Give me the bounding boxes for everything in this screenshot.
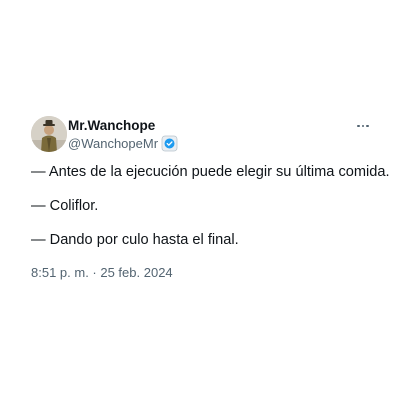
username-handle[interactable]: @WanchopeMr (68, 136, 158, 152)
tweet-line: — Coliflor. (31, 198, 99, 214)
tweet-line: — Dando por culo hasta el final. (31, 232, 239, 248)
dot (357, 124, 360, 128)
affiliate-badge-icon[interactable] (161, 135, 178, 152)
more-options-icon[interactable] (353, 120, 373, 132)
tweet-card: Mr.Wanchope @WanchopeMr — Antes de la ej… (31, 116, 390, 281)
author-names: Mr.Wanchope @WanchopeMr (68, 118, 178, 152)
tweet-timestamp[interactable]: 8:51 p. m. · 25 feb. 2024 (31, 265, 371, 281)
handle-row: @WanchopeMr (68, 135, 178, 152)
tweet-text: — Antes de la ejecución puede elegir su … (31, 163, 390, 250)
dot (366, 124, 369, 128)
tweet-line: — Antes de la ejecución puede elegir su … (31, 164, 390, 180)
dot (361, 124, 365, 128)
tweet-header: Mr.Wanchope @WanchopeMr (31, 116, 371, 156)
display-name[interactable]: Mr.Wanchope (68, 118, 178, 134)
avatar[interactable] (31, 116, 67, 152)
